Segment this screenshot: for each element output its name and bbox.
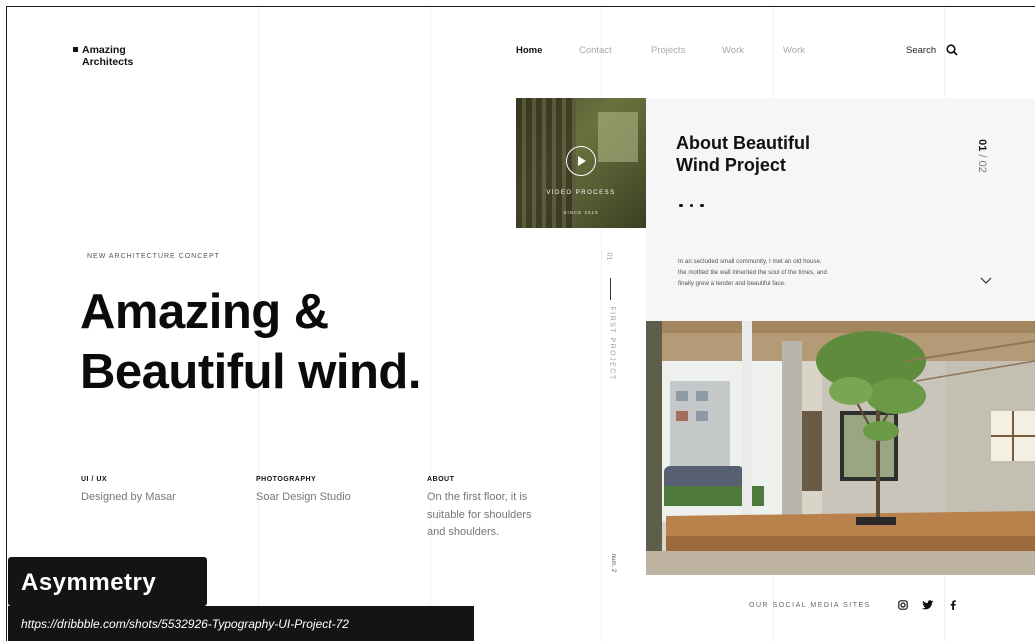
info-heading-uiux: UI / UX [81, 476, 108, 483]
about-title-line-1: About Beautiful [676, 133, 810, 153]
nav-contact[interactable]: Contact [579, 45, 612, 56]
social-label: OUR SOCIAL MEDIA SITES [749, 602, 871, 609]
video-window-image [598, 112, 638, 162]
nav-projects[interactable]: Projects [651, 45, 685, 56]
page-separator: / [975, 154, 988, 158]
video-sublabel: SINCE 2019 [563, 210, 599, 215]
info-about-line-3: and shoulders. [427, 526, 500, 538]
hero-title-line-2: Beautiful wind. [80, 345, 421, 399]
interior-photo [646, 321, 1035, 575]
info-text-photography: Soar Design Studio [256, 491, 351, 503]
chevron-down-icon[interactable] [980, 277, 992, 285]
project-divider [610, 278, 611, 300]
page-indicator: 01 / 02 [976, 139, 988, 173]
about-desc-line-2: the mottled tile wall inherited the soul… [678, 269, 827, 276]
project-bottom-label: num. 2 [610, 553, 617, 573]
more-dots-icon[interactable] [679, 194, 711, 212]
nav-home[interactable]: Home [516, 45, 542, 56]
logo[interactable]: Amazing Architects [73, 44, 134, 68]
instagram-icon[interactable] [898, 600, 908, 610]
about-description: In an secluded small community, I met an… [678, 256, 878, 289]
hero-title-line-1: Amazing & [80, 285, 329, 339]
nav-work-2[interactable]: Work [783, 45, 805, 56]
about-title-line-2: Wind Project [676, 155, 786, 175]
info-about-line-1: On the first floor, it is [427, 491, 528, 503]
info-text-about: On the first floor, it is suitable for s… [427, 489, 532, 542]
info-heading-photography: PHOTOGRAPHY [256, 476, 317, 483]
about-title: About Beautiful Wind Project [676, 132, 896, 176]
interior-photo-image [646, 321, 1035, 575]
info-about-line-2: suitable for shoulders [427, 508, 532, 521]
twitter-icon[interactable] [922, 600, 934, 610]
project-label: FIRST PROJECT [608, 306, 616, 381]
hero-title: Amazing & Beautiful wind. [80, 282, 421, 402]
search-icon[interactable] [946, 44, 958, 56]
info-heading-about: ABOUT [427, 476, 455, 483]
search-label[interactable]: Search [906, 45, 936, 56]
page-total: 02 [975, 160, 988, 173]
hero-kicker: NEW ARCHITECTURE CONCEPT [87, 253, 220, 260]
logo-line-2: Architects [82, 56, 134, 68]
grid-line [430, 7, 431, 641]
caption-url-text[interactable]: https://dribbble.com/shots/5532926-Typog… [21, 617, 349, 631]
logo-line-1: Amazing [82, 44, 126, 56]
facebook-icon[interactable] [950, 600, 956, 610]
page-current: 01 [975, 139, 988, 152]
about-desc-line-3: finally grew a tender and beautiful face… [678, 280, 786, 287]
caption-tag-text: Asymmetry [21, 569, 157, 596]
about-desc-line-1: In an secluded small community, I met an… [678, 258, 822, 265]
play-icon[interactable] [566, 146, 596, 176]
project-number: 01 [605, 252, 613, 261]
logo-mark-icon [73, 47, 78, 52]
info-text-uiux: Designed by Masar [81, 491, 176, 503]
video-label: VIDEO PROCESS [546, 190, 616, 196]
nav-work[interactable]: Work [722, 45, 744, 56]
